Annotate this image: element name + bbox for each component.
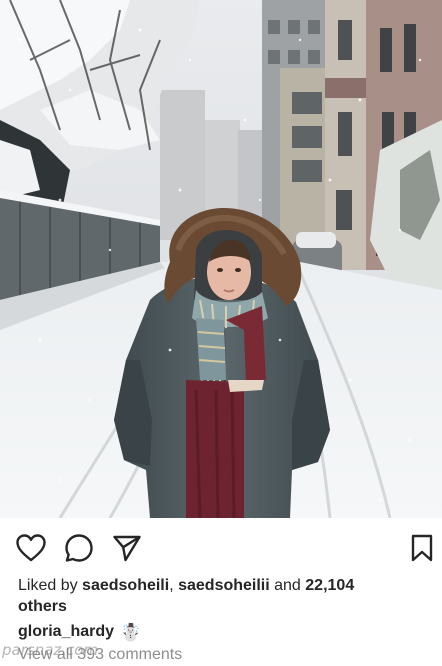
snowman-emoji: ☃️ <box>120 622 142 642</box>
view-all-comments-link[interactable]: View all 393 comments <box>18 644 418 666</box>
caption-username[interactable]: gloria_hardy <box>18 621 114 643</box>
post-photo[interactable] <box>0 0 442 518</box>
heart-icon <box>16 534 46 562</box>
likes-summary: Liked by saedsoheili, saedsoheilii and 2… <box>18 575 418 617</box>
like-button[interactable] <box>15 532 47 564</box>
paper-plane-icon <box>113 535 141 562</box>
speech-bubble-icon <box>65 534 93 562</box>
likes-others[interactable]: others <box>18 598 67 615</box>
post-caption: gloria_hardy ☃️ <box>18 621 418 643</box>
likes-and-text: and <box>269 577 306 594</box>
liked-by-prefix: Liked by <box>18 577 83 594</box>
save-button[interactable] <box>406 532 438 564</box>
post-action-bar <box>0 518 442 576</box>
like-count[interactable]: 22,104 <box>305 577 354 594</box>
liker-username[interactable]: saedsoheilii <box>178 577 270 594</box>
liker-separator: , <box>169 577 179 594</box>
liker-username[interactable]: saedsoheili <box>82 577 169 594</box>
snowy-street-photo <box>0 0 442 518</box>
share-button[interactable] <box>111 532 143 564</box>
comment-button[interactable] <box>63 532 95 564</box>
bookmark-icon <box>411 534 433 562</box>
